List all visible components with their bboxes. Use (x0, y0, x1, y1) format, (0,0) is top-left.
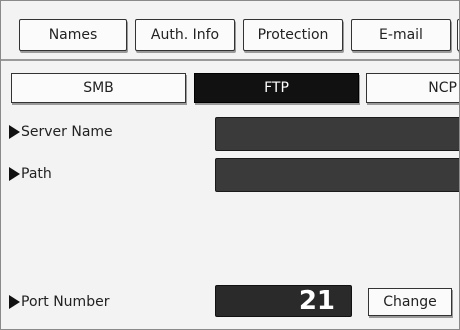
tab-bar: Names Auth. Info Protection E-mail (1, 1, 459, 63)
protocol-smb-button[interactable]: SMB (11, 73, 186, 103)
tab-names[interactable]: Names (19, 19, 127, 51)
server-name-field[interactable] (215, 117, 459, 151)
address-book-ftp-settings-screen: Names Auth. Info Protection E-mail SMB F… (0, 0, 460, 330)
port-number-value: 21 (215, 285, 352, 317)
port-number-label: Port Number (9, 294, 109, 310)
change-port-button[interactable]: Change (368, 288, 452, 316)
protocol-ftp-button[interactable]: FTP (194, 73, 359, 103)
tab-e-mail[interactable]: E-mail (351, 19, 451, 51)
port-number-label-text: Port Number (21, 294, 110, 310)
path-field[interactable] (215, 158, 459, 192)
tab-auth-info[interactable]: Auth. Info (135, 19, 235, 51)
triangle-right-icon (9, 295, 20, 309)
triangle-right-icon (9, 125, 20, 139)
path-label-text: Path (21, 166, 52, 182)
protocol-ncp-button[interactable]: NCP (366, 73, 459, 103)
tab-bar-divider (1, 59, 459, 61)
tab-protection[interactable]: Protection (243, 19, 343, 51)
triangle-right-icon (9, 167, 20, 181)
server-name-label-text: Server Name (21, 124, 113, 140)
path-label: Path (9, 166, 52, 182)
server-name-label: Server Name (9, 124, 113, 140)
